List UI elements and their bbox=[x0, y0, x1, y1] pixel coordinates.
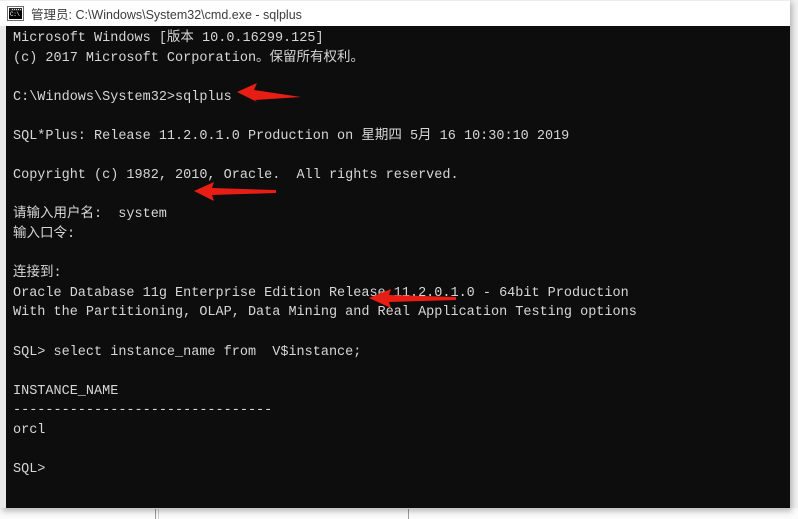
terminal-line: With the Partitioning, OLAP, Data Mining… bbox=[13, 305, 637, 321]
terminal-line: C:\Windows\System32>sqlplus bbox=[13, 89, 232, 105]
terminal-line: -------------------------------- bbox=[13, 403, 273, 419]
terminal-line: SQL*Plus: Release 11.2.0.1.0 Production … bbox=[13, 128, 570, 144]
background-window bbox=[0, 508, 798, 519]
terminal-line: 连接到: bbox=[13, 266, 62, 282]
terminal-line: Microsoft Windows [版本 10.0.16299.125] bbox=[13, 31, 324, 46]
terminal-line: orcl bbox=[13, 422, 46, 438]
background-window-divider-left-2 bbox=[158, 509, 159, 519]
terminal-line: 输入口令: bbox=[13, 226, 76, 242]
cmd-console-window[interactable]: C:\ 管理员: C:\Windows\System32\cmd.exe - s… bbox=[0, 0, 790, 509]
terminal-line: Copyright (c) 1982, 2010, Oracle. All ri… bbox=[13, 168, 459, 184]
terminal-line: 请输入用户名: system bbox=[13, 207, 167, 223]
terminal-line: (c) 2017 Microsoft Corporation。保留所有权利。 bbox=[13, 50, 365, 66]
cmd-icon-glyph: C:\ bbox=[9, 11, 22, 19]
terminal-line: Oracle Database 11g Enterprise Edition R… bbox=[13, 285, 629, 301]
terminal-line: INSTANCE_NAME bbox=[13, 383, 119, 399]
cmd-console-icon: C:\ bbox=[7, 6, 24, 21]
terminal-line: SQL> select instance_name from V$instanc… bbox=[13, 344, 362, 360]
window-titlebar[interactable]: C:\ 管理员: C:\Windows\System32\cmd.exe - s… bbox=[0, 0, 790, 26]
window-title: 管理员: C:\Windows\System32\cmd.exe - sqlpl… bbox=[31, 8, 302, 22]
background-window-divider-right bbox=[408, 509, 409, 519]
terminal-output[interactable]: Microsoft Windows [版本 10.0.16299.125] (c)… bbox=[6, 26, 790, 508]
terminal-line: SQL> bbox=[13, 462, 46, 478]
background-window-divider-left bbox=[155, 509, 156, 519]
